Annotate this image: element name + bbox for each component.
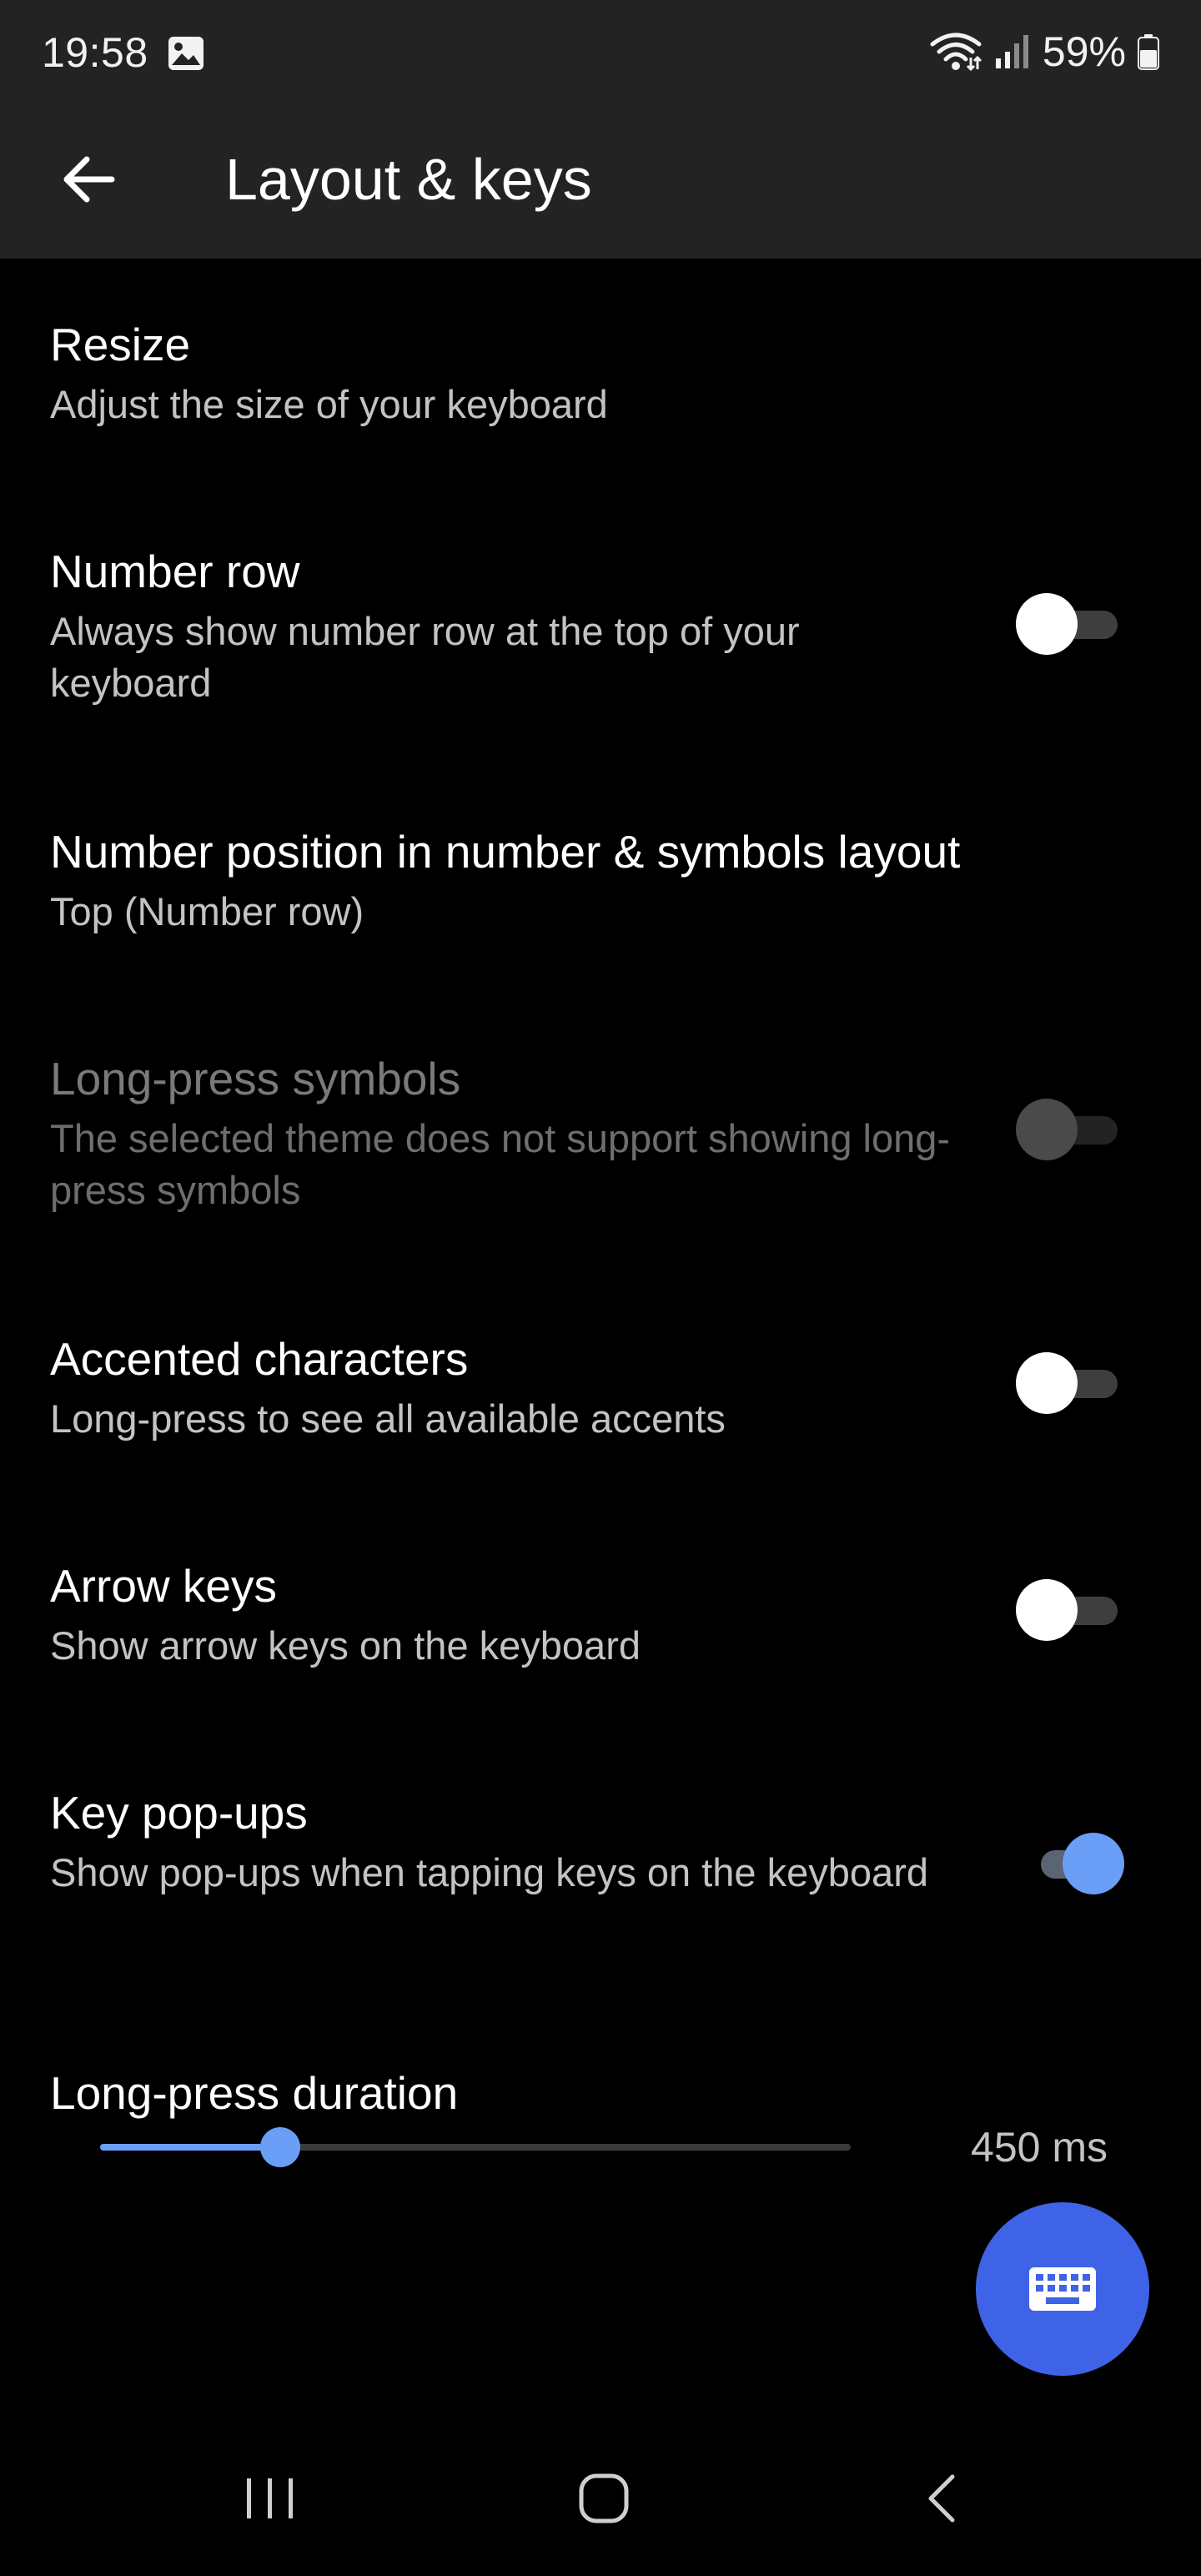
setting-arrow-keys[interactable]: Arrow keys Show arrow keys on the keyboa… [0,1550,1201,1692]
status-bar: 19:58 59% [0,0,1201,108]
setting-title: Long-press symbols [50,1053,461,1104]
setting-title: Number position in number & symbols layo… [50,826,961,878]
toggle-thumb [1016,1352,1078,1414]
home-button[interactable] [554,2453,654,2544]
status-right: 59% [929,27,1159,77]
status-time: 19:58 [42,29,148,76]
slider-thumb[interactable] [260,2127,300,2167]
setting-title: Number row [50,546,300,597]
toggle-thumb [1063,1833,1124,1894]
setting-title: Resize [50,319,191,370]
setting-title: Key pop-ups [50,1787,308,1839]
toggle-thumb [1016,1099,1078,1160]
setting-resize[interactable]: Resize Adjust the size of your keyboard [0,309,1201,450]
keyboard-fab-button[interactable] [976,2202,1149,2376]
wifi-icon [930,33,982,72]
setting-subtitle: Adjust the size of your keyboard [50,382,608,426]
setting-subtitle: The selected theme does not support show… [50,1116,951,1212]
number-row-toggle[interactable] [1016,591,1124,657]
setting-subtitle: Show arrow keys on the keyboard [50,1623,641,1668]
back-button[interactable] [50,142,125,217]
setting-title: Arrow keys [50,1560,277,1612]
recents-icon [247,2478,293,2518]
setting-title: Long-press duration [50,2067,459,2119]
slider-fill [100,2144,280,2151]
arrow-left-icon [63,156,115,203]
page-title: Layout & keys [225,147,592,212]
keyboard-icon [1029,2267,1096,2311]
setting-subtitle: Long-press to see all available accents [50,1396,726,1441]
accented-characters-toggle[interactable] [1016,1350,1124,1416]
signal-icon [995,35,1028,68]
nav-back-icon [928,2474,955,2523]
battery-icon [1138,34,1159,70]
app-bar: Layout & keys [0,108,1201,259]
setting-number-position[interactable]: Number position in number & symbols layo… [0,816,1201,958]
recents-button[interactable] [220,2453,320,2544]
setting-number-row[interactable]: Number row Always show number row at the… [0,536,1201,727]
screen: 19:58 59% Layout & keys Resize Adjust th… [0,0,1201,2576]
long-press-symbols-toggle [1016,1096,1124,1163]
setting-long-press-symbols: Long-press symbols The selected theme do… [0,1043,1201,1235]
long-press-duration-slider[interactable] [100,2127,851,2167]
setting-accented-characters[interactable]: Accented characters Long-press to see al… [0,1323,1201,1465]
setting-subtitle: Top (Number row) [50,889,364,933]
image-icon [168,37,204,70]
battery-percent: 59% [1042,28,1126,75]
nav-back-button[interactable] [891,2453,991,2544]
slider-value: 450 ms [971,2124,1108,2171]
setting-subtitle: Show pop-ups when tapping keys on the ke… [50,1850,928,1894]
key-popups-toggle[interactable] [1023,1830,1131,1897]
toggle-thumb [1016,1579,1078,1641]
navigation-bar [0,2419,1201,2576]
home-icon [579,2473,629,2523]
setting-subtitle: Always show number row at the top of you… [50,609,800,705]
setting-key-popups[interactable]: Key pop-ups Show pop-ups when tapping ke… [0,1777,1201,1969]
toggle-thumb [1016,593,1078,655]
setting-title: Accented characters [50,1333,469,1385]
arrow-keys-toggle[interactable] [1016,1577,1124,1643]
